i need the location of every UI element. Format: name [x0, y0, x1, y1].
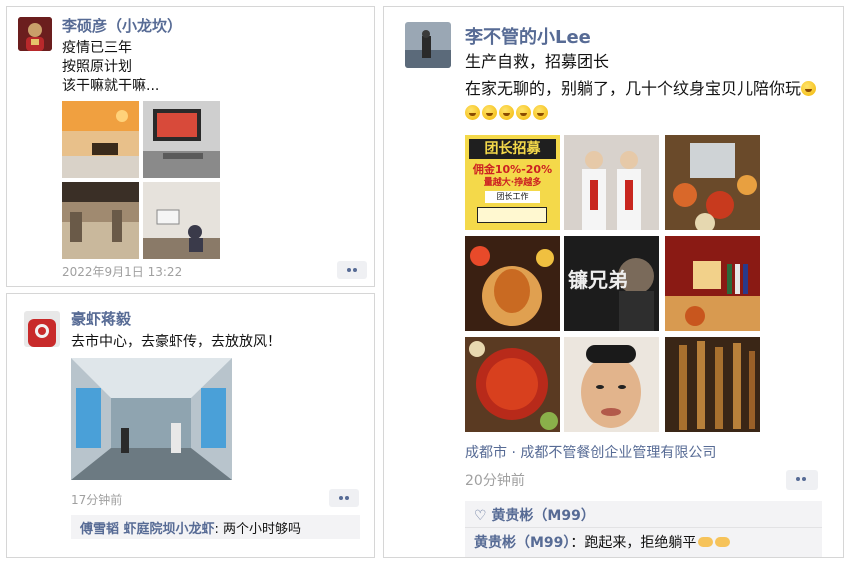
laugh-icon	[516, 105, 531, 120]
likes-comments-area: ♡ 黄贵彬（M99） 黄贵彬（M99）：跑起来，拒绝躺平	[465, 501, 822, 557]
post-timestamp: 20分钟前	[465, 473, 525, 489]
post-photo[interactable]	[62, 182, 139, 259]
laugh-icon	[465, 105, 480, 120]
poster-title: 团长招募	[469, 139, 556, 159]
post-photo[interactable]	[465, 337, 560, 432]
post-photo[interactable]	[564, 337, 659, 432]
dot-icon	[345, 496, 349, 500]
avatar[interactable]	[405, 22, 451, 68]
post-text: 去市中心，去豪虾传，去放放风！	[71, 334, 281, 350]
poster-list	[477, 207, 547, 223]
post-text-line: 生产自救，招募团长	[465, 52, 610, 71]
likes-row: ♡ 黄贵彬（M99）	[474, 505, 595, 525]
dot-icon	[347, 268, 351, 272]
heart-icon: ♡	[474, 508, 487, 524]
more-actions-button[interactable]	[337, 261, 367, 279]
dot-icon	[796, 477, 800, 481]
post-text-line: 按照原计划	[62, 59, 132, 75]
post-photo[interactable]	[62, 101, 139, 178]
avatar[interactable]	[24, 311, 60, 347]
post-text-line: 在家无聊的，别躺了，几十个纹身宝贝儿陪你玩	[465, 79, 802, 98]
location-link[interactable]: 成都市 · 成都不管餐创企业管理有限公司	[465, 442, 716, 462]
post-photo[interactable]	[143, 182, 220, 259]
divider	[465, 527, 822, 528]
author-name[interactable]: 李硕彦（小龙坎）	[62, 15, 182, 36]
post-photo[interactable]	[665, 135, 760, 230]
more-actions-button[interactable]	[786, 470, 818, 490]
author-name[interactable]: 李不管的小Lee	[465, 23, 591, 49]
comment-author[interactable]: 黄贵彬（M99）	[474, 535, 570, 551]
laugh-icon	[499, 105, 514, 120]
post-text-line: 疫情已三年	[62, 40, 132, 56]
poster-section: 团长工作	[485, 191, 540, 203]
comment-author[interactable]: 傅雪韬 虾庭院坝小龙虾	[80, 522, 215, 537]
dot-icon	[802, 477, 806, 481]
author-name[interactable]: 豪虾蒋毅	[71, 308, 131, 329]
moment-post-1: 李硕彦（小龙坎） 疫情已三年 按照原计划 该干嘛就干嘛... 2022年9月1日…	[6, 6, 375, 287]
post-photo[interactable]	[665, 337, 760, 432]
handshake-icon	[698, 537, 714, 547]
comment-text: ：跑起来，拒绝躺平	[570, 535, 697, 551]
photo-caption: 镰兄弟	[568, 268, 628, 292]
laugh-icon	[482, 105, 497, 120]
dot-icon	[353, 268, 357, 272]
post-photo[interactable]	[143, 101, 220, 178]
post-photo[interactable]: 团长招募 佣金10%-20% 量越大·挣越多 团长工作	[465, 135, 560, 230]
laugh-icon	[533, 105, 548, 120]
comment-text: : 两个小时够吗	[214, 522, 302, 537]
dot-icon	[339, 496, 343, 500]
post-photo[interactable]	[564, 135, 659, 230]
moment-post-3: 李不管的小Lee 生产自救，招募团长 在家无聊的，别躺了，几十个纹身宝贝儿陪你玩…	[383, 6, 844, 558]
like-name[interactable]: 黄贵彬（M99）	[491, 508, 594, 524]
poster-subtitle2: 量越大·挣越多	[483, 178, 542, 188]
post-timestamp: 2022年9月1日 13:22	[62, 265, 183, 279]
handshake-icon	[715, 537, 731, 547]
post-photo[interactable]	[71, 358, 232, 480]
post-timestamp: 17分钟前	[71, 493, 123, 507]
laugh-icon	[801, 81, 817, 96]
comment-area: 傅雪韬 虾庭院坝小龙虾: 两个小时够吗	[71, 515, 360, 539]
post-photo[interactable]: 镰兄弟	[564, 236, 659, 331]
avatar[interactable]	[18, 17, 52, 51]
moment-post-2: 豪虾蒋毅 去市中心，去豪虾传，去放放风！ 17分钟前 傅雪韬 虾庭院坝小龙虾: …	[6, 293, 375, 558]
post-photo[interactable]	[465, 236, 560, 331]
post-text: 在家无聊的，别躺了，几十个纹身宝贝儿陪你玩	[465, 77, 823, 125]
post-text-line: 该干嘛就干嘛...	[62, 78, 160, 94]
more-actions-button[interactable]	[329, 489, 359, 507]
post-photo[interactable]	[665, 236, 760, 331]
